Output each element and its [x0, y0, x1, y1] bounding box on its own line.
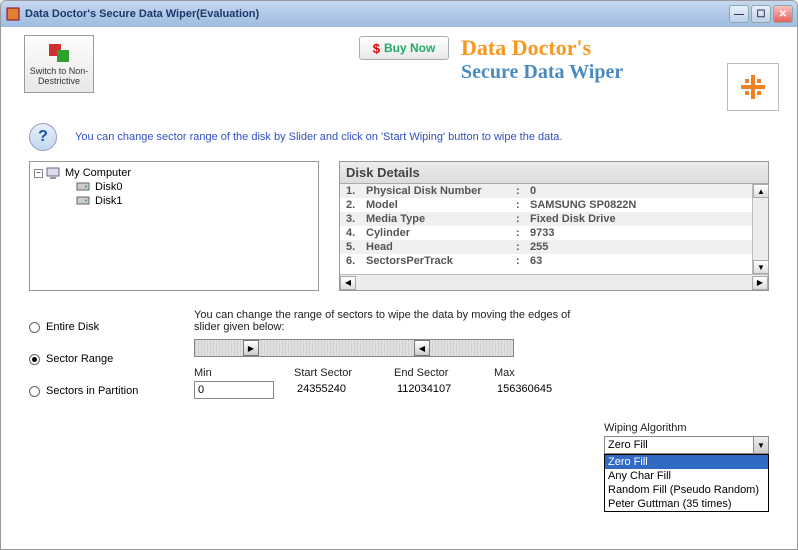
minimize-button[interactable]: — — [729, 5, 749, 23]
radio-entire-disk[interactable]: Entire Disk — [29, 321, 169, 333]
radio-label: Sector Range — [46, 353, 113, 365]
end-sector-label: End Sector — [394, 367, 474, 379]
algorithm-label: Wiping Algorithm — [604, 422, 769, 434]
tree-item-label: Disk1 — [95, 195, 123, 207]
tree-item-label: Disk0 — [95, 181, 123, 193]
algorithm-option[interactable]: Any Char Fill — [605, 469, 768, 483]
details-row: 6.SectorsPerTrack:63 — [340, 254, 768, 268]
scroll-right-icon[interactable]: ▶ — [752, 276, 768, 290]
switch-mode-button[interactable]: Switch to Non-Destrictive — [24, 35, 94, 93]
radio-icon — [29, 354, 40, 365]
maximize-button[interactable]: ☐ — [751, 5, 771, 23]
tree-root[interactable]: − My Computer — [34, 166, 314, 180]
algorithm-option[interactable]: Random Fill (Pseudo Random) — [605, 483, 768, 497]
tree-collapse-icon[interactable]: − — [34, 169, 43, 178]
switch-mode-label: Switch to Non-Destrictive — [25, 66, 93, 86]
algorithm-option[interactable]: Peter Guttman (35 times) — [605, 497, 768, 511]
details-row: 4.Cylinder:9733 — [340, 226, 768, 240]
content-area: Switch to Non-Destrictive $ Buy Now Data… — [1, 27, 797, 547]
close-button[interactable]: ✕ — [773, 5, 793, 23]
scroll-up-icon[interactable]: ▲ — [753, 184, 769, 198]
disk-icon — [76, 181, 90, 193]
disk-tree[interactable]: − My Computer Disk0 — [29, 161, 319, 291]
details-row: 5.Head:255 — [340, 240, 768, 254]
max-label: Max — [494, 367, 574, 379]
max-value: 156360645 — [494, 381, 574, 397]
dollar-icon: $ — [373, 41, 380, 56]
radio-sectors-partition[interactable]: Sectors in Partition — [29, 385, 169, 397]
min-input[interactable] — [194, 381, 274, 399]
details-row: 1.Physical Disk Number:0 — [340, 184, 768, 198]
scroll-left-icon[interactable]: ◀ — [340, 276, 356, 290]
tree-item-disk0[interactable]: Disk0 — [34, 180, 314, 194]
horizontal-scrollbar[interactable]: ◀ ▶ — [340, 274, 768, 290]
computer-icon — [46, 167, 60, 179]
algorithm-select[interactable]: Zero Fill ▼ — [604, 436, 769, 454]
end-sector-value: 112034107 — [394, 381, 474, 397]
min-label: Min — [194, 367, 274, 379]
radio-sector-range[interactable]: Sector Range — [29, 353, 169, 365]
tree-item-disk1[interactable]: Disk1 — [34, 194, 314, 208]
slider-hint: You can change the range of sectors to w… — [194, 309, 574, 333]
window-title: Data Doctor's Secure Data Wiper(Evaluati… — [25, 8, 729, 20]
radio-icon — [29, 386, 40, 397]
details-row: 3.Media Type:Fixed Disk Drive — [340, 212, 768, 226]
window-frame: Data Doctor's Secure Data Wiper(Evaluati… — [0, 0, 798, 550]
tree-root-label: My Computer — [65, 167, 131, 179]
radio-label: Sectors in Partition — [46, 385, 138, 397]
buy-now-button[interactable]: $ Buy Now — [359, 36, 449, 60]
sector-slider[interactable]: ▶ ◀ — [194, 339, 514, 357]
disk-details-header: Disk Details — [340, 162, 768, 184]
info-text: You can change sector range of the disk … — [75, 131, 562, 143]
start-sector-label: Start Sector — [294, 367, 374, 379]
brand-line-1: Data Doctor's — [461, 35, 623, 61]
brand-logo — [727, 63, 779, 111]
disk-details-panel: Disk Details 1.Physical Disk Number:02.M… — [339, 161, 769, 291]
dropdown-arrow-icon: ▼ — [753, 437, 768, 453]
brand-block: Data Doctor's Secure Data Wiper — [461, 35, 623, 84]
vertical-scrollbar[interactable]: ▲ ▼ — [752, 184, 768, 274]
scroll-down-icon[interactable]: ▼ — [753, 260, 769, 274]
algorithm-dropdown: Zero FillAny Char FillRandom Fill (Pseud… — [604, 454, 769, 512]
slider-handle-start[interactable]: ▶ — [243, 340, 259, 356]
buy-now-label: Buy Now — [384, 41, 435, 55]
help-icon[interactable]: ? — [29, 123, 57, 151]
radio-label: Entire Disk — [46, 321, 99, 333]
titlebar: Data Doctor's Secure Data Wiper(Evaluati… — [1, 1, 797, 27]
app-icon — [5, 6, 21, 22]
switch-icon — [47, 42, 71, 64]
start-sector-value: 24355240 — [294, 381, 374, 397]
algorithm-selected-value: Zero Fill — [608, 439, 648, 451]
slider-handle-end[interactable]: ◀ — [414, 340, 430, 356]
algorithm-option[interactable]: Zero Fill — [605, 455, 768, 469]
radio-icon — [29, 322, 40, 333]
details-row: 2.Model:SAMSUNG SP0822N — [340, 198, 768, 212]
brand-line-2: Secure Data Wiper — [461, 61, 623, 84]
disk-icon — [76, 195, 90, 207]
